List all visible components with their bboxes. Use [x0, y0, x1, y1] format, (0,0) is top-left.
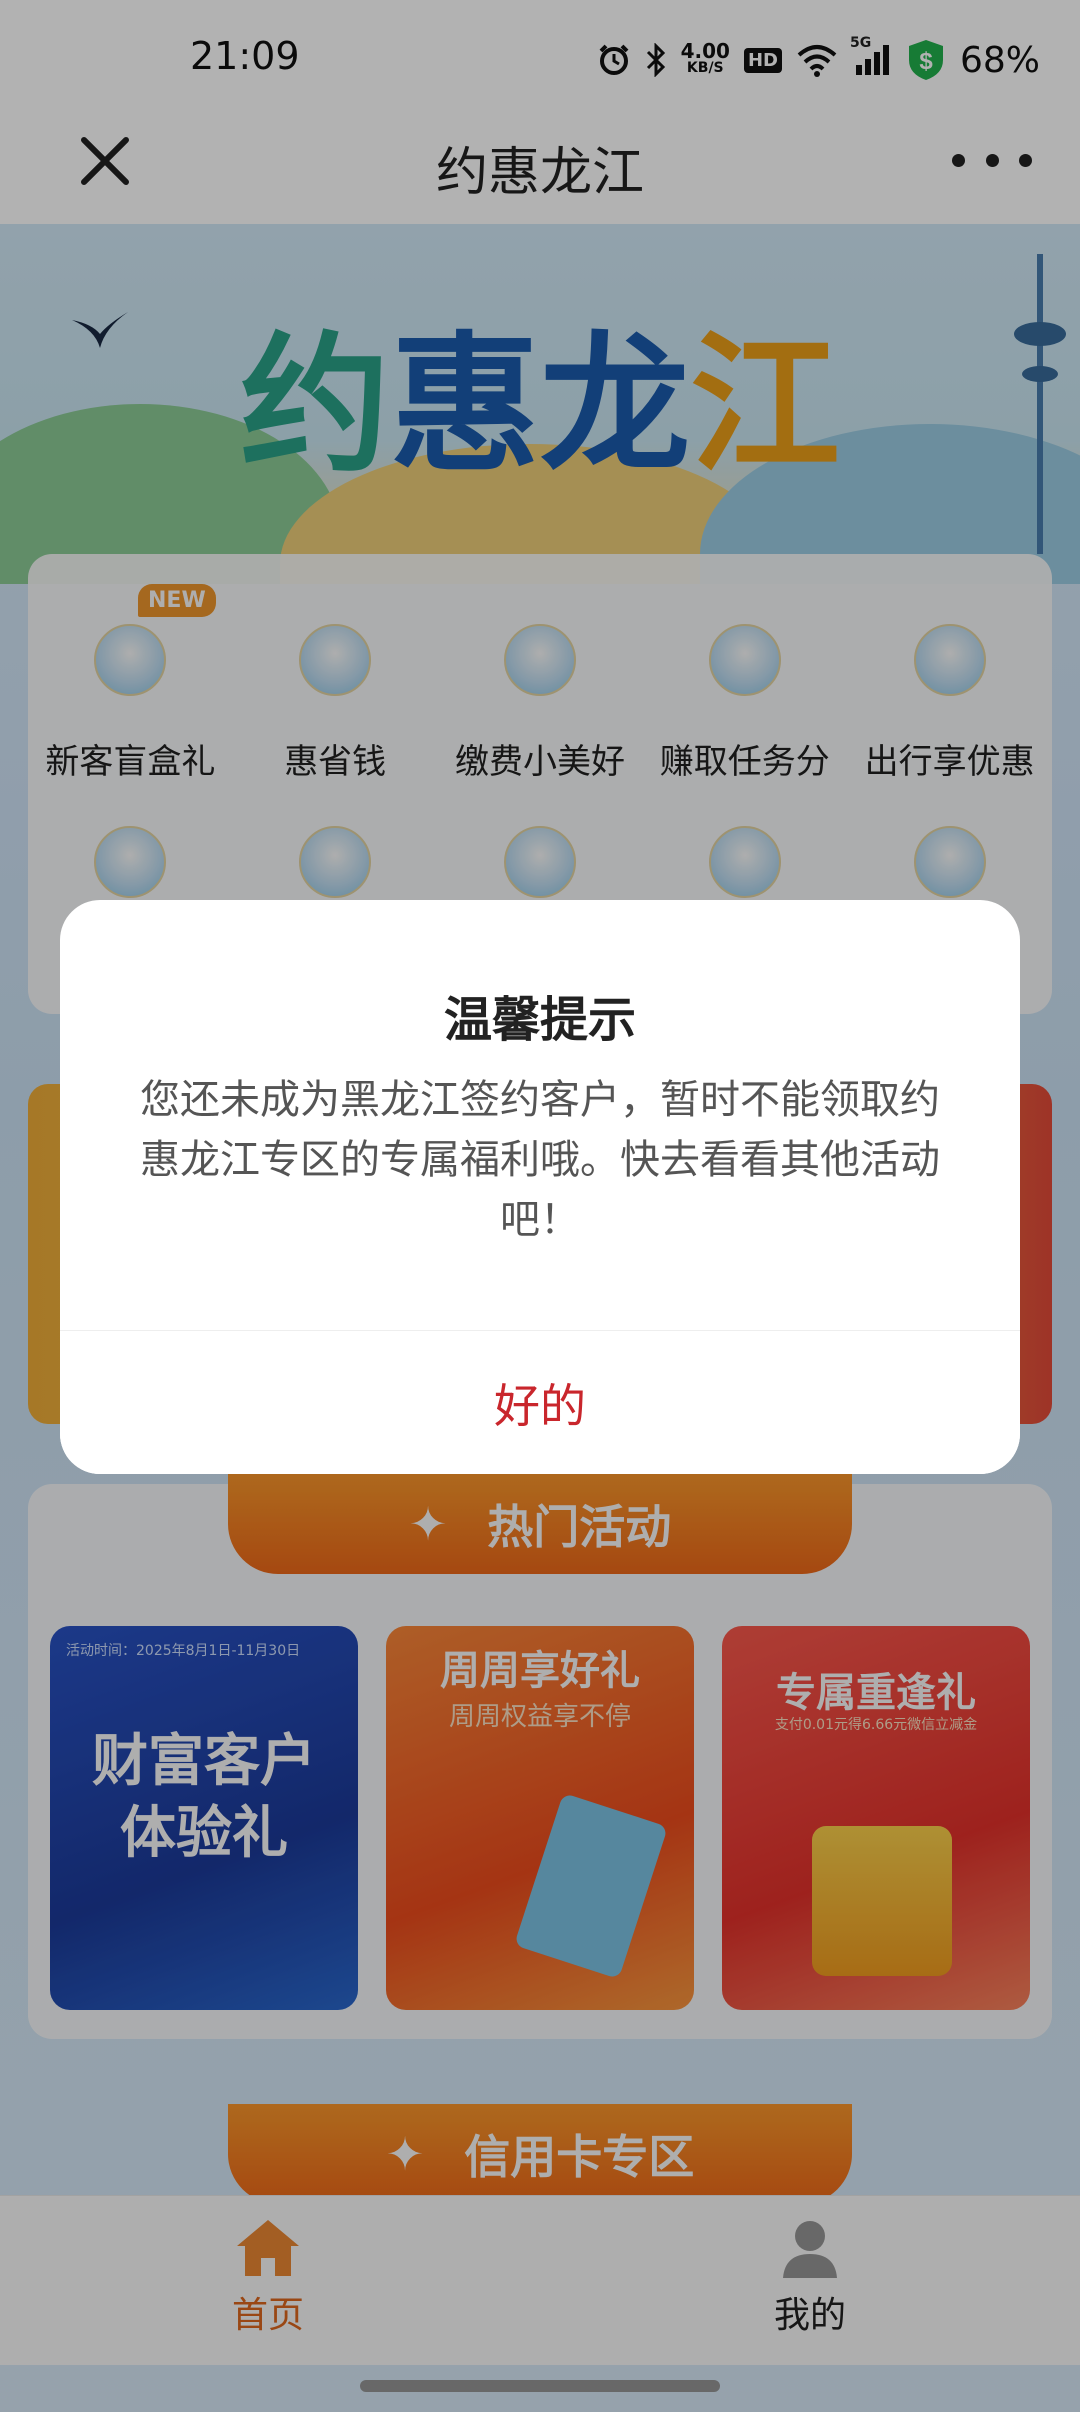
notice-dialog: 温馨提示 您还未成为黑龙江签约客户，暂时不能领取约惠龙江专区的专属福利哦。快去看…: [60, 900, 1020, 1474]
dialog-title: 温馨提示: [443, 992, 636, 1048]
dialog-confirm-button[interactable]: 好的: [60, 1332, 1020, 1474]
dialog-message: 您还未成为黑龙江签约客户，暂时不能领取约惠龙江专区的专属福利哦。快去看看其他活动…: [140, 1077, 940, 1243]
dialog-divider: [60, 1330, 1020, 1331]
